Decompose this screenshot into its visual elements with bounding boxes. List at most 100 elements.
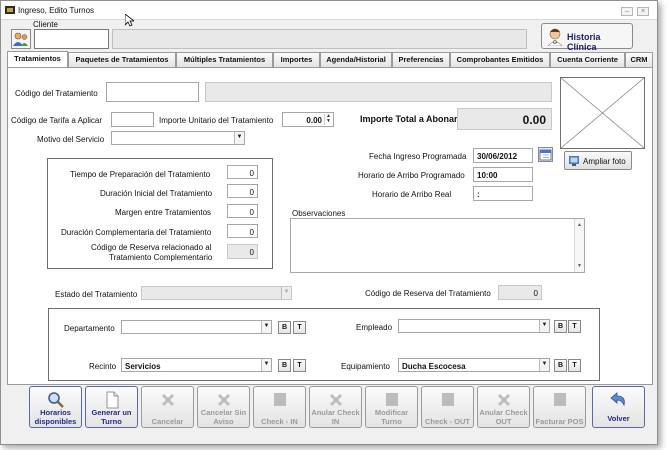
equipamiento-select[interactable]: Ducha Escocesa ▼ — [398, 358, 550, 372]
anular-check-in-button: Anular Check IN — [309, 386, 362, 428]
ampliar-foto-button[interactable]: Ampliar foto — [564, 151, 632, 170]
empleado-label: Empleado — [356, 323, 393, 332]
tab-agenda[interactable]: Agenda/Historial — [320, 52, 392, 67]
generar-turno-label: Generar un Turno — [91, 408, 132, 426]
equipamiento-b-button[interactable]: B — [554, 359, 567, 372]
fecha-ingreso-input[interactable]: 30/06/2012 — [473, 148, 533, 163]
cross-icon — [497, 394, 510, 406]
tab-paquetes[interactable]: Paquetes de Tratamientos — [68, 52, 176, 67]
doctor-icon — [547, 28, 563, 46]
importe-total-field: 0.00 — [457, 108, 552, 130]
departamento-b-button[interactable]: B — [278, 321, 291, 334]
cancelar-sin-aviso-label: Cancelar Sin Aviso — [200, 408, 247, 426]
tab-multiples[interactable]: Múltiples Tratamientos — [176, 52, 273, 67]
estado-select: ▼ — [141, 286, 292, 300]
observaciones-label: Observaciones — [292, 209, 346, 218]
chevron-down-icon[interactable]: ▼ — [539, 359, 549, 371]
empleado-b-button[interactable]: B — [554, 320, 567, 333]
nombre-tratamiento-field — [205, 82, 552, 102]
scroll-up-icon[interactable]: ▲ — [575, 222, 584, 228]
modificar-turno-button: Modificar Turno — [365, 386, 418, 428]
margen-input[interactable]: 0 — [227, 204, 258, 218]
check-out-button: Check - OUT — [421, 386, 474, 428]
observaciones-scrollbar[interactable]: ▲ ▼ — [574, 219, 584, 272]
close-button[interactable]: × — [637, 7, 649, 16]
ampliar-foto-label: Ampliar foto — [583, 157, 626, 166]
cross-icon — [329, 394, 342, 406]
observaciones-textarea[interactable]: ▲ ▼ — [290, 218, 585, 273]
equipamiento-label: Equipamiento — [341, 362, 390, 371]
check-out-label: Check - OUT — [424, 417, 470, 426]
tab-importes[interactable]: Importes — [273, 52, 320, 67]
empleado-select[interactable]: ▼ — [398, 319, 550, 333]
departamento-select[interactable]: ▼ — [121, 320, 272, 334]
horario-real-input[interactable]: : — [473, 186, 533, 201]
chevron-down-icon[interactable]: ▼ — [539, 320, 549, 332]
importe-unitario-value: 0.00 — [306, 116, 322, 125]
chevron-down-icon[interactable]: ▼ — [261, 359, 271, 371]
horario-programado-input[interactable]: 10:00 — [473, 167, 533, 182]
stepper-arrows-icon[interactable]: ▲ ▼ — [324, 114, 332, 125]
volver-button[interactable]: Volver — [592, 386, 645, 428]
complementaria-label: Duración Complementaria del Tratamiento — [61, 228, 212, 237]
facturar-pos-button: Facturar POS — [533, 386, 586, 428]
user-icon — [13, 32, 28, 46]
margen-label: Margen entre Tratamientos — [115, 208, 212, 217]
anular-check-out-button: Anular Check OUT — [477, 386, 530, 428]
horarios-disponibles-button[interactable]: Horarios disponibles — [29, 386, 82, 428]
cliente-name-field — [112, 29, 527, 49]
cliente-label: Cliente — [33, 20, 58, 29]
equipamiento-t-button[interactable]: T — [568, 359, 581, 372]
calendar-button[interactable] — [538, 147, 553, 162]
tab-cuenta-corriente[interactable]: Cuenta Corriente — [550, 52, 625, 67]
tarifa-label: Código de Tarifa a Aplicar — [11, 116, 103, 125]
check-in-label: Check - IN — [261, 417, 298, 426]
generar-turno-button[interactable]: Generar un Turno — [85, 386, 138, 428]
photo-icon — [569, 156, 579, 166]
chevron-down-icon[interactable]: ▼ — [234, 132, 244, 144]
tab-preferencias[interactable]: Preferencias — [392, 52, 450, 67]
importe-unitario-input[interactable]: 0.00 ▲ ▼ — [282, 112, 334, 127]
horarios-disponibles-label: Horarios disponibles — [34, 408, 77, 426]
app-icon — [5, 6, 15, 14]
reserva-tratamiento-label: Código de Reserva del Tratamiento — [365, 289, 491, 298]
cancelar-label: Cancelar — [151, 417, 184, 426]
preparacion-input[interactable]: 0 — [227, 165, 258, 179]
check-square-icon — [553, 393, 566, 406]
cancelar-button: Cancelar — [141, 386, 194, 428]
cliente-input[interactable] — [34, 29, 109, 49]
duracion-label: Duración Inicial del Tratamiento — [100, 189, 213, 198]
complementaria-input[interactable]: 0 — [227, 224, 258, 238]
chevron-down-icon: ▼ — [281, 287, 291, 299]
tab-tratamientos[interactable]: Tratamientos — [7, 51, 68, 68]
recinto-select[interactable]: Servicios ▼ — [121, 358, 272, 372]
tab-crm[interactable]: CRM — [625, 52, 653, 67]
user-button[interactable] — [11, 29, 31, 49]
codigo-tratamiento-input[interactable] — [106, 82, 199, 102]
empleado-t-button[interactable]: T — [568, 320, 581, 333]
reserva-relacionada-label-1: Código de Reserva relacionado al — [91, 243, 212, 252]
tab-comprobantes[interactable]: Comprobantes Emitidos — [450, 52, 550, 67]
codigo-tratamiento-label: Código del Tratamiento — [15, 89, 98, 98]
duracion-input[interactable]: 0 — [227, 184, 258, 198]
window-title: Ingreso, Edito Turnos — [18, 6, 95, 15]
tarifa-input[interactable] — [111, 112, 154, 127]
estado-label: Estado del Tratamiento — [55, 290, 138, 299]
document-icon — [106, 391, 118, 409]
recinto-b-button[interactable]: B — [278, 359, 291, 372]
historia-clinica-button[interactable]: Historia Clínica — [541, 23, 633, 52]
recinto-t-button[interactable]: T — [293, 359, 306, 372]
calendar-icon — [539, 149, 552, 161]
scroll-down-icon[interactable]: ▼ — [575, 263, 584, 269]
recinto-value: Servicios — [125, 362, 161, 371]
departamento-t-button[interactable]: T — [293, 321, 306, 334]
check-in-button: Check - IN — [253, 386, 306, 428]
motivo-select[interactable]: ▼ — [111, 131, 245, 145]
minimize-button[interactable]: – — [621, 7, 633, 16]
chevron-down-icon[interactable]: ▼ — [261, 321, 271, 333]
back-arrow-icon — [609, 392, 625, 407]
magnifier-icon — [47, 392, 64, 408]
reserva-relacionada-label-2: Tratamiento Complementario — [109, 253, 213, 262]
check-square-icon — [273, 393, 286, 406]
anular-check-in-label: Anular Check IN — [311, 408, 360, 426]
